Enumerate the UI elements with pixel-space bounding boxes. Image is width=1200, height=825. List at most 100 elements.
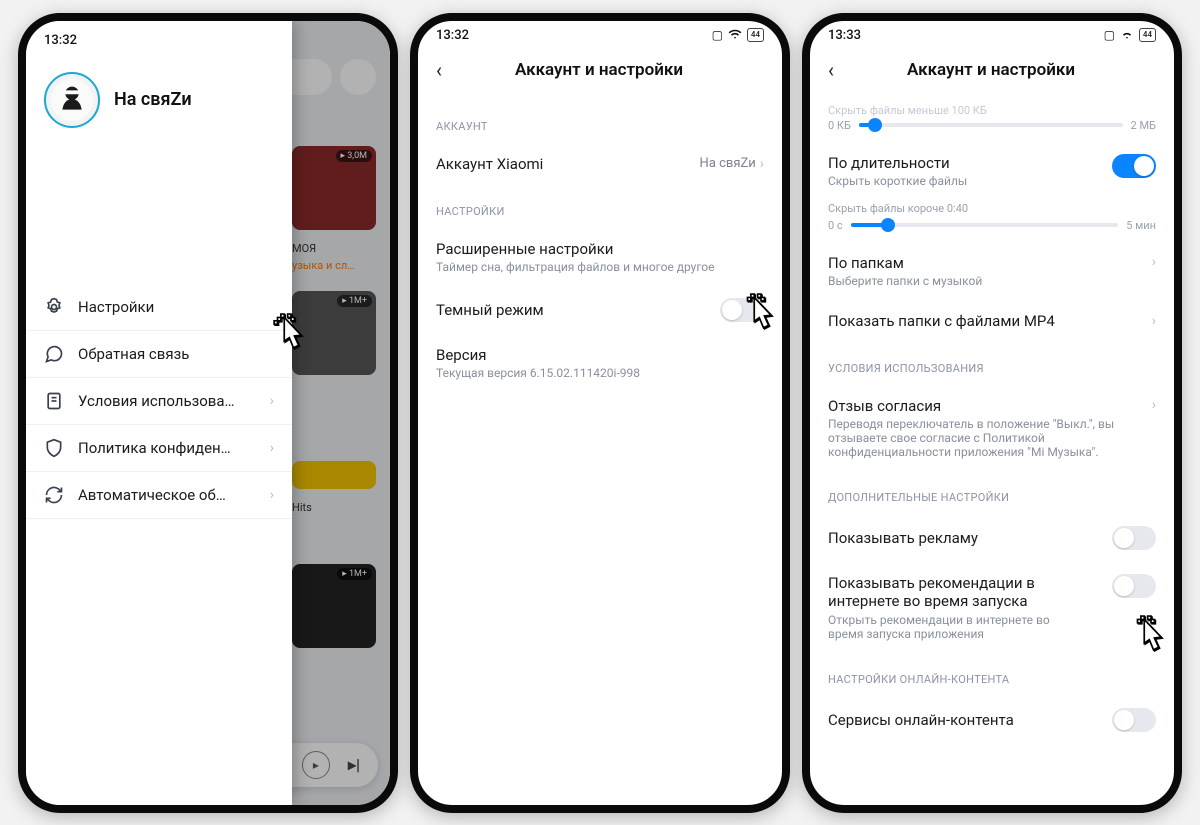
- feedback-icon: [44, 344, 64, 364]
- status-bar: 13:33 ▢ 44: [810, 21, 1174, 46]
- drawer-item-terms[interactable]: Условия использова… ›: [26, 378, 292, 425]
- row-label: Показывать рекламу: [828, 529, 978, 547]
- album-caption: МОЯ: [292, 242, 376, 255]
- duration-slider[interactable]: Скрыть файлы короче 0:40 0 с 5 мин: [828, 202, 1156, 232]
- row-version: Версия Текущая версия 6.15.02.111420i-99…: [436, 334, 764, 392]
- file-size-slider[interactable]: 0 КБ 2 МБ: [828, 119, 1156, 132]
- refresh-icon: [44, 485, 64, 505]
- album-card[interactable]: ▸ 1M+: [292, 291, 376, 375]
- row-label: Расширенные настройки: [436, 240, 714, 258]
- playlist-tile[interactable]: [392, 461, 398, 489]
- settings-icon: [44, 297, 64, 317]
- phone-account-settings-screen: 13:32 ▢ 44 ‹ Аккаунт и настройки АККАУНТ…: [410, 13, 790, 813]
- chevron-right-icon: ›: [270, 487, 274, 503]
- drawer-item-label: Политика конфиден…: [78, 439, 256, 457]
- clock-text: 13:32: [436, 28, 469, 43]
- section-header-account: АККАУНТ: [436, 120, 764, 133]
- slider-caption: Скрыть файлы короче 0:40: [828, 202, 1156, 215]
- row-label: Показывать рекомендации в интернете во в…: [828, 574, 1088, 612]
- row-label: Версия: [436, 346, 640, 364]
- slider-max-label: 5 мин: [1126, 219, 1156, 232]
- drawer-item-update[interactable]: Автоматическое об… ›: [26, 472, 292, 519]
- row-sublabel: Открыть рекомендации в интернете во врем…: [828, 613, 1088, 641]
- row-label: Аккаунт Xiaomi: [436, 155, 543, 173]
- chevron-right-icon: ›: [1152, 313, 1156, 329]
- row-label: По папкам: [828, 254, 982, 272]
- voice-search-button[interactable]: [340, 59, 376, 95]
- album-subcaption: узыка и сл…: [292, 259, 376, 272]
- back-button[interactable]: ‹: [432, 54, 446, 86]
- row-show-ads[interactable]: Показывать рекламу: [828, 514, 1156, 562]
- row-show-recommendations[interactable]: Показывать рекомендации в интернете во в…: [828, 562, 1156, 654]
- row-online-services[interactable]: Сервисы онлайн-контента: [828, 696, 1156, 744]
- phone-advanced-settings-screen: 13:33 ▢ 44 ‹ Аккаунт и настройки Скрыть …: [802, 13, 1182, 813]
- row-sublabel: Таймер сна, фильтрация файлов и многое д…: [436, 260, 714, 274]
- row-sublabel: Выберите папки с музыкой: [828, 274, 982, 288]
- shield-icon: [44, 438, 64, 458]
- username-label: На свяZи: [114, 89, 192, 110]
- row-sublabel: Текущая версия 6.15.02.111420i-998: [436, 366, 640, 380]
- row-value: На свяZи: [700, 156, 756, 171]
- playlist-caption: Hits: [292, 501, 376, 514]
- profile-header[interactable]: На свяZи: [26, 50, 292, 164]
- document-icon: [44, 391, 64, 411]
- row-advanced-settings[interactable]: Расширенные настройки Таймер сна, фильтр…: [436, 228, 764, 286]
- navigation-drawer: 13:32 На свяZи Настройки Обратная связь: [26, 21, 292, 805]
- row-label: По длительности: [828, 154, 967, 172]
- row-xiaomi-account[interactable]: Аккаунт Xiaomi На свяZи ›: [436, 143, 764, 185]
- row-label: Темный режим: [436, 301, 544, 319]
- row-revoke-consent[interactable]: Отзыв согласия Переводя переключатель в …: [828, 385, 1156, 471]
- play-count-badge: ▸ 1M+: [337, 568, 372, 580]
- chevron-right-icon: ›: [270, 440, 274, 456]
- avatar: [44, 72, 100, 128]
- album-card[interactable]: ▸ 3,0M: [292, 146, 376, 230]
- battery-indicator: 44: [747, 28, 764, 42]
- status-bar: 13:32 ▢ 44: [418, 21, 782, 46]
- chevron-right-icon: ›: [270, 393, 274, 409]
- show-ads-toggle[interactable]: [1112, 526, 1156, 550]
- row-dark-mode[interactable]: Темный режим: [436, 286, 764, 334]
- page-title: Аккаунт и настройки: [456, 60, 742, 80]
- phone-drawer-screen: Показать все > ▸ 3,0M МОЯ узыка и сл… ▸ …: [18, 13, 398, 813]
- duration-filter-toggle[interactable]: [1112, 154, 1156, 178]
- status-bar: 13:32: [26, 27, 292, 50]
- album-card[interactable]: ▸ 1M+: [292, 564, 376, 648]
- drawer-item-feedback[interactable]: Обратная связь: [26, 331, 292, 378]
- playlist-tile[interactable]: [292, 461, 376, 489]
- dark-mode-toggle[interactable]: [720, 298, 764, 322]
- clock-text: 13:32: [44, 33, 77, 48]
- drawer-item-settings[interactable]: Настройки: [26, 284, 292, 331]
- section-header-terms: УСЛОВИЯ ИСПОЛЬЗОВАНИЯ: [828, 362, 1156, 375]
- row-label: Отзыв согласия: [828, 397, 1128, 415]
- drawer-item-label: Настройки: [78, 298, 274, 316]
- row-label: Показать папки с файлами MP4: [828, 312, 1055, 330]
- section-header-additional: ДОПОЛНИТЕЛЬНЫЕ НАСТРОЙКИ: [828, 491, 1156, 504]
- wifi-icon: [1120, 27, 1134, 44]
- row-by-folders[interactable]: По папкам Выберите папки с музыкой ›: [828, 242, 1156, 300]
- wifi-icon: [728, 27, 742, 44]
- page-title: Аккаунт и настройки: [848, 60, 1134, 80]
- drawer-item-label: Условия использова…: [78, 392, 256, 410]
- row-sublabel: Скрыть короткие файлы: [828, 174, 967, 188]
- battery-indicator: 44: [1139, 28, 1156, 42]
- playlist-caption: Mas: [392, 501, 398, 514]
- chevron-right-icon: ›: [1152, 254, 1156, 270]
- play-count-badge: ▸ 3,0M: [336, 150, 373, 162]
- slider-min-label: 0 КБ: [828, 119, 851, 132]
- hide-small-files-label: Скрыть файлы меньше 100 КБ: [810, 100, 1174, 117]
- drawer-item-label: Обратная связь: [78, 345, 274, 363]
- show-recs-toggle[interactable]: [1112, 574, 1156, 598]
- back-button[interactable]: ‹: [824, 54, 838, 86]
- row-duration-filter[interactable]: По длительности Скрыть короткие файлы: [828, 142, 1156, 200]
- next-track-icon[interactable]: ▸|: [348, 755, 360, 774]
- drawer-item-label: Автоматическое об…: [78, 486, 256, 504]
- drawer-item-privacy[interactable]: Политика конфиден… ›: [26, 425, 292, 472]
- play-button-icon[interactable]: ▸: [302, 751, 330, 779]
- row-mp4-folders[interactable]: Показать папки с файлами MP4 ›: [828, 300, 1156, 342]
- online-services-toggle[interactable]: [1112, 708, 1156, 732]
- section-header-online: НАСТРОЙКИ ОНЛАЙН-КОНТЕНТА: [828, 673, 1156, 686]
- row-label: Сервисы онлайн-контента: [828, 711, 1014, 729]
- slider-max-label: 2 МБ: [1131, 119, 1156, 132]
- section-header-settings: НАСТРОЙКИ: [436, 205, 764, 218]
- row-sublabel: Переводя переключатель в положение "Выкл…: [828, 417, 1128, 459]
